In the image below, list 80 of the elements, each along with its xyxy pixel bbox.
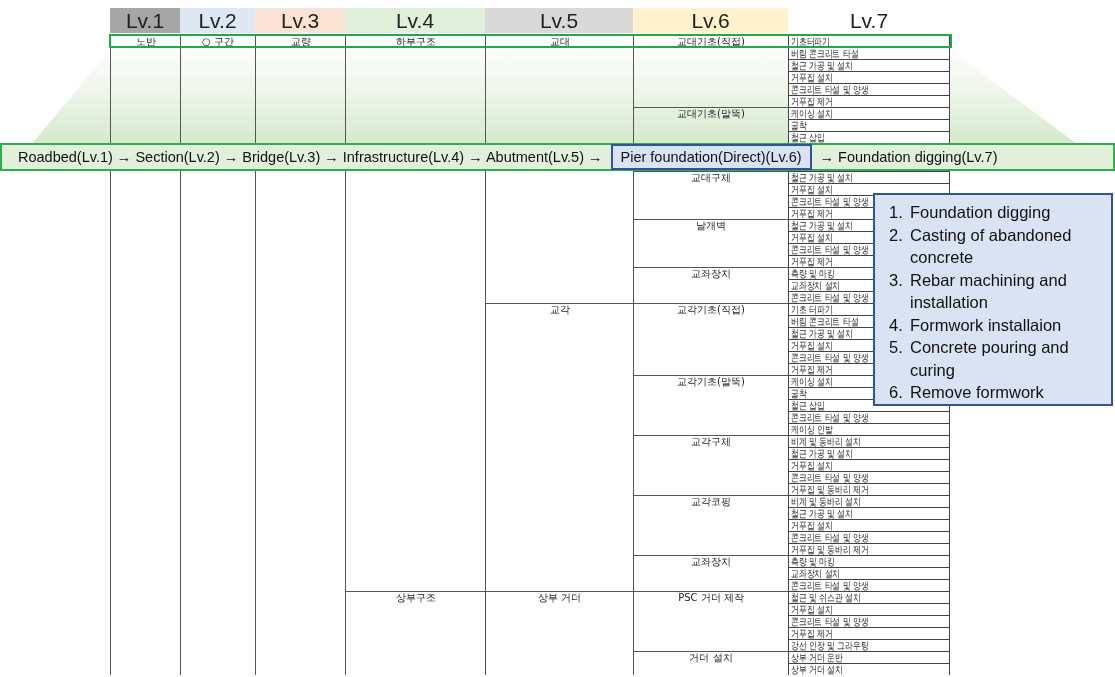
step-number: 6. xyxy=(889,382,904,403)
table-cell: 강선 인장 및 그라우팅 xyxy=(791,640,869,651)
table-cell: 거푸집 및 동바리 제거 xyxy=(791,544,869,555)
step-text: Rebar machining and installation xyxy=(910,269,1068,313)
table-cell: 교량 xyxy=(255,35,345,47)
table-cell: 비계 및 동바리 설치 xyxy=(791,496,861,507)
level-header: Lv.5 xyxy=(485,8,633,33)
table-cell: 하부구조 xyxy=(345,35,485,47)
table-cell: 철근 가공 및 설치 xyxy=(791,220,854,231)
table-cell: 콘크리트 타설 및 양생 xyxy=(791,616,869,627)
level-header: Lv.4 xyxy=(345,8,485,33)
table-cell: 콘크리트 타설 및 양생 xyxy=(791,244,869,255)
table-cell: 철근 및 쉬스관 설치 xyxy=(791,592,861,603)
table-cell: 거푸집 제거 xyxy=(791,364,833,375)
table-cell: 교각 xyxy=(485,303,633,591)
path-text: Roadbed(Lv.1) → Section(Lv.2) → Bridge(Lv.3) → Infrastructure(Lv.4) → Abutment(Lv.5) → xyxy=(18,149,603,165)
table-cell: 케이싱 설치 xyxy=(791,108,833,119)
level-header: Lv.6 xyxy=(633,8,788,33)
step-number: 4. xyxy=(889,314,904,336)
table-cell: 거푸집 및 동바리 제거 xyxy=(791,484,869,495)
table-cell: 철근 가공 및 설치 xyxy=(791,60,854,71)
step-number: 3. xyxy=(889,269,904,291)
highlighted-step: Pier foundation(Direct)(Lv.6) xyxy=(610,144,812,170)
table-cell: 거푸집 제거 xyxy=(791,208,833,219)
table-cell: 굴착 xyxy=(791,120,807,131)
table-cell: 콘크리트 타설 및 양생 xyxy=(791,292,869,303)
table-cell: 버림 콘크리트 타설 xyxy=(791,316,859,327)
table-cell: 버림 콘크리트 타설 xyxy=(791,48,859,59)
table-cell: 상부 거더 설치 xyxy=(791,664,843,675)
table-cell: 거푸집 설치 xyxy=(791,520,833,531)
table-cell: 거푸집 설치 xyxy=(791,72,833,83)
step-text: Casting of abandoned concrete xyxy=(910,224,1073,268)
table-cell: 노반 xyxy=(110,35,180,47)
step-text: Remove formwork xyxy=(910,382,1044,403)
table-cell: 굴착 xyxy=(791,388,807,399)
table-cell: ○ 구간 xyxy=(180,35,255,47)
table-cell: 상부 거더 xyxy=(485,591,633,675)
table-cell: 상부 거더 운반 xyxy=(791,652,843,663)
table-cell: 비계 및 동바리 설치 xyxy=(791,436,861,447)
table-cell: 철근 삽입 xyxy=(791,400,825,411)
table-cell: 철근 가공 및 설치 xyxy=(791,172,854,183)
table-cell: 거푸집 설치 xyxy=(791,460,833,471)
step-number: 2. xyxy=(889,224,904,246)
table-cell: 철근 가공 및 설치 xyxy=(791,328,854,339)
step-text: Foundation digging xyxy=(910,202,1051,223)
table-cell: 콘크리트 타설 및 양생 xyxy=(791,196,869,207)
table-cell: 콘크리트 타설 및 양생 xyxy=(791,352,869,363)
table-cell: 기초 터파기 xyxy=(791,304,833,315)
table-cell: 콘크리트 타설 및 양생 xyxy=(791,84,869,95)
table-cell: 측량 및 마킹 xyxy=(791,556,835,567)
table-cell: 철근 가공 및 설치 xyxy=(791,448,854,459)
level-header: Lv.2 xyxy=(180,8,255,33)
table-cell: 콘크리트 타설 및 양생 xyxy=(791,532,869,543)
table-cell: 교좌장치 설치 xyxy=(791,280,841,291)
table-cell: 거푸집 설치 xyxy=(791,340,833,351)
step-number: 1. xyxy=(889,202,904,223)
table-cell: 케이싱 인발 xyxy=(791,424,833,435)
level-header: Lv.3 xyxy=(255,8,345,33)
table-cell: 기초터파기 xyxy=(791,36,830,47)
table-cell: 거푸집 설치 xyxy=(791,184,833,195)
table-cell: 거푸집 제거 xyxy=(791,96,833,107)
table-cell: 교좌장치 설치 xyxy=(791,568,841,579)
table-cell: 교대 xyxy=(485,35,633,47)
table-cell: 콘크리트 타설 및 양생 xyxy=(791,472,869,483)
table-cell: 거푸집 설치 xyxy=(791,232,833,243)
step-text: Concrete pouring and curing xyxy=(910,337,1070,381)
table-cell: 케이싱 설치 xyxy=(791,376,833,387)
table-cell: 콘크리트 타설 및 양생 xyxy=(791,412,869,423)
step-number: 5. xyxy=(889,337,904,358)
table-cell: 철근 삽입 xyxy=(791,132,825,143)
table-cell: 철근 가공 및 설치 xyxy=(791,508,854,519)
table-cell: 상부구조 xyxy=(345,591,485,675)
level-header: Lv.1 xyxy=(110,8,180,33)
table-cell: 거푸집 설치 xyxy=(791,604,833,615)
table-cell: 거푸집 제거 xyxy=(791,628,833,639)
table-cell: 거푸집 제거 xyxy=(791,256,833,267)
step-text: Formwork installaion xyxy=(910,314,1062,336)
table-cell: 측량 및 마킹 xyxy=(791,268,835,279)
table-cell: 콘크리트 타설 및 양생 xyxy=(791,580,869,591)
path-text: → Foundation digging(Lv.7) xyxy=(819,149,998,165)
